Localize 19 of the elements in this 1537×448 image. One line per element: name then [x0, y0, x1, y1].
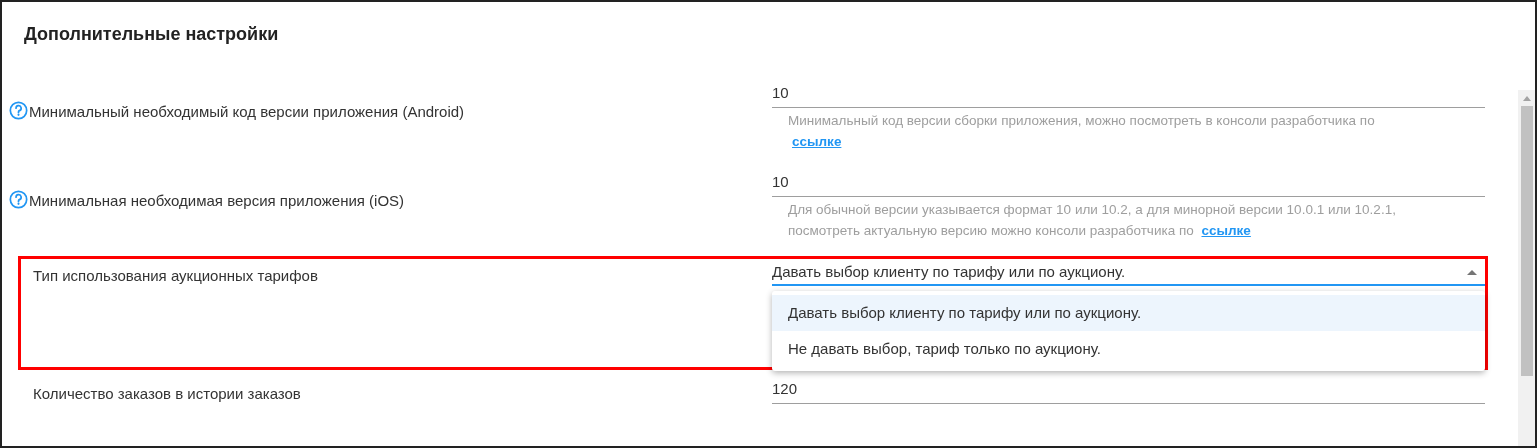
setting-label: Тип использования аукционных тарифов: [33, 266, 318, 286]
dropdown-option[interactable]: Давать выбор клиенту по тарифу или по аукциону.: [772, 295, 1485, 331]
help-icon[interactable]: [9, 101, 28, 120]
dropdown-option[interactable]: Не давать выбор, тариф только по аукциону.: [772, 331, 1485, 367]
help-icon[interactable]: [9, 190, 28, 209]
section-title: Дополнительные настройки: [23, 23, 280, 46]
setting-label: Минимальная необходимая версия приложения (iOS): [29, 191, 405, 211]
field-hint: Для обычной версии указывается формат 10 или 10.2, а для минорной версии 10.0.1 или 10.2.1, посмотреть актуальную версию можно консоли разработчика по ссылке: [787, 201, 1397, 240]
caret-up-icon: [1467, 269, 1477, 275]
text-field[interactable]: 10: [772, 81, 1485, 108]
select-field[interactable]: Давать выбор клиенту по тарифу или по аукциону.: [772, 259, 1485, 286]
text-field[interactable]: 120: [772, 377, 1485, 404]
field-hint: Минимальный код версии сборки приложения, можно посмотреть в консоли разработчика по ссылке: [787, 112, 1376, 151]
text-field[interactable]: 10: [772, 170, 1485, 197]
scroll-up-icon[interactable]: [1522, 96, 1531, 101]
scrollbar-thumb[interactable]: [1520, 106, 1533, 376]
setting-label: Количество заказов в истории заказов: [33, 384, 301, 404]
setting-label: Минимальный необходимый код версии приложения (Android): [29, 102, 465, 122]
scrollbar[interactable]: [1518, 90, 1535, 446]
